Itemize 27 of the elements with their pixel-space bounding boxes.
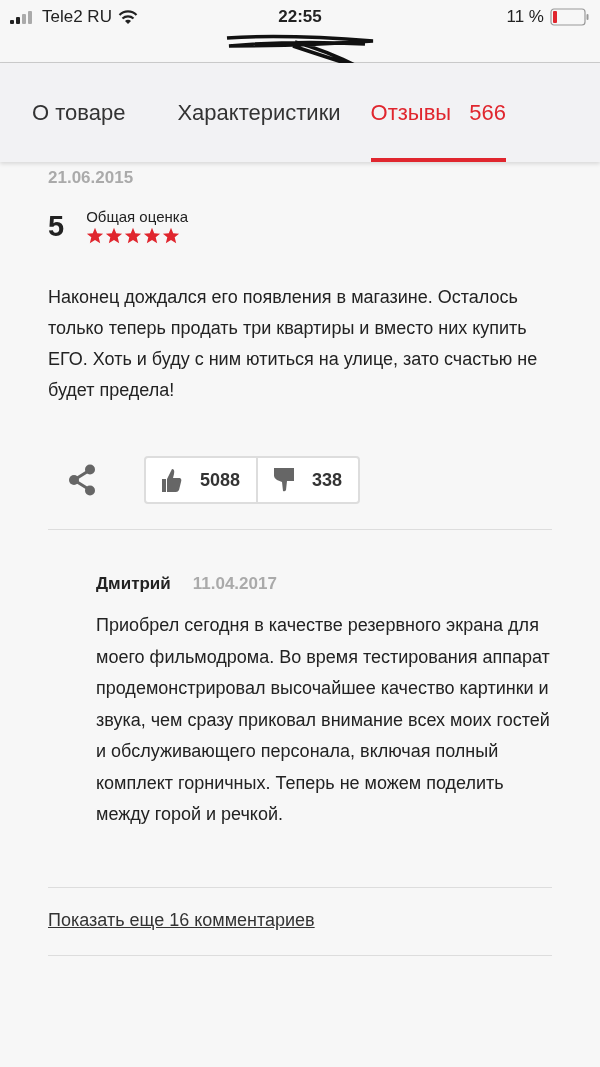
comment-text: Приобрел сегодня в качестве резервного экрана для моего фильмодрома. Во время тестирования аппарат продемонстрировал высочайшее качество картинки и звука, чем сразу приковал внимание всех моих гостей и обслуживающего персонала, включая полный комплект горничных. Теперь не можем поделить между горой и речкой. bbox=[96, 614, 551, 826]
star-icon bbox=[124, 227, 143, 244]
star-icon bbox=[143, 227, 162, 244]
share-icon[interactable] bbox=[68, 464, 96, 496]
review-count: 566 bbox=[469, 99, 506, 126]
wifi-icon bbox=[117, 9, 138, 25]
review-date: 21.06.2015 bbox=[48, 167, 135, 188]
tab[interactable]: Характеристики bbox=[135, 63, 341, 162]
clock-time: 22:55 bbox=[278, 7, 322, 26]
star-icon bbox=[86, 227, 105, 244]
star-icon bbox=[105, 227, 124, 244]
thumbs-down-icon bbox=[274, 468, 295, 492]
review-text: Наконец дождался его появления в магазине. Осталось только теперь продать три квартиры и вместо них купить ЕГО. Хоть и буду с ним ютиться на улице, зато счастью не будет предела! bbox=[48, 286, 539, 402]
dislike-button[interactable]: 338 bbox=[256, 458, 359, 502]
battery-percent: 11 % bbox=[506, 7, 544, 27]
rating-label: Общая оценка bbox=[86, 208, 188, 225]
like-button[interactable]: 5088 bbox=[146, 458, 257, 502]
tab[interactable]: О товаре bbox=[0, 63, 126, 162]
comment-date: 11.04.2017 bbox=[192, 574, 277, 594]
comment-author: Дмитрий bbox=[96, 574, 171, 594]
thumbs-up-icon bbox=[162, 468, 182, 492]
show-more-link[interactable]: Показать еще 16 комментариев bbox=[48, 887, 552, 955]
battery-icon bbox=[550, 8, 590, 26]
rating-value: 5 bbox=[48, 209, 65, 243]
carrier-name: Tele2 RU bbox=[42, 7, 112, 27]
star-icon bbox=[162, 227, 181, 244]
tab[interactable]: Отзывы 566 bbox=[370, 63, 506, 162]
